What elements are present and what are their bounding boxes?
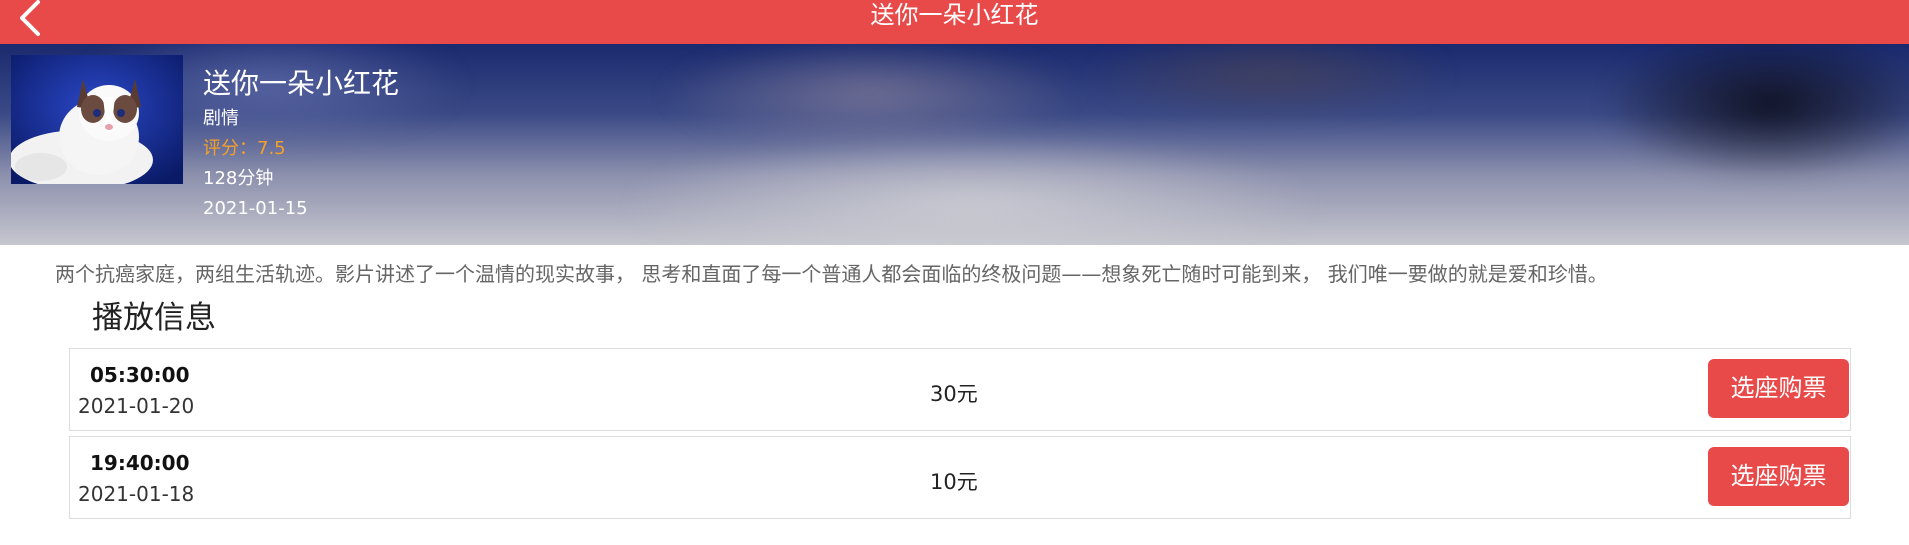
- top-bar: 送你一朵小红花: [0, 0, 1909, 44]
- movie-release-date: 2021-01-15: [203, 198, 308, 219]
- movie-duration: 128分钟: [203, 168, 274, 189]
- movie-synopsis: 两个抗癌家庭，两组生活轨迹。影片讲述了一个温情的现实故事， 思考和直面了每一个普…: [55, 262, 1608, 286]
- movie-title: 送你一朵小红花: [203, 67, 400, 100]
- show-time: 05:30:00: [90, 363, 190, 387]
- showtime-row: 05:30:00 2021-01-20 30元 选座购票: [69, 348, 1851, 431]
- movie-genre: 剧情: [203, 108, 239, 129]
- cat-poster-image: [11, 55, 183, 184]
- showtime-row: 19:40:00 2021-01-18 10元 选座购票: [69, 436, 1851, 519]
- show-date: 2021-01-18: [78, 482, 195, 506]
- show-date: 2021-01-20: [78, 394, 195, 418]
- buy-ticket-button[interactable]: 选座购票: [1708, 359, 1849, 418]
- movie-info: 送你一朵小红花 剧情 评分：7.5 128分钟 2021-01-15: [203, 64, 399, 224]
- show-time: 19:40:00: [90, 451, 190, 475]
- buy-ticket-button[interactable]: 选座购票: [1708, 447, 1849, 506]
- show-price: 10元: [930, 470, 978, 494]
- movie-rating: 评分：7.5: [203, 138, 286, 159]
- show-price: 30元: [930, 382, 978, 406]
- movie-poster: [11, 55, 183, 184]
- section-title: 播放信息: [92, 300, 216, 336]
- page-title: 送你一朵小红花: [870, 1, 1039, 29]
